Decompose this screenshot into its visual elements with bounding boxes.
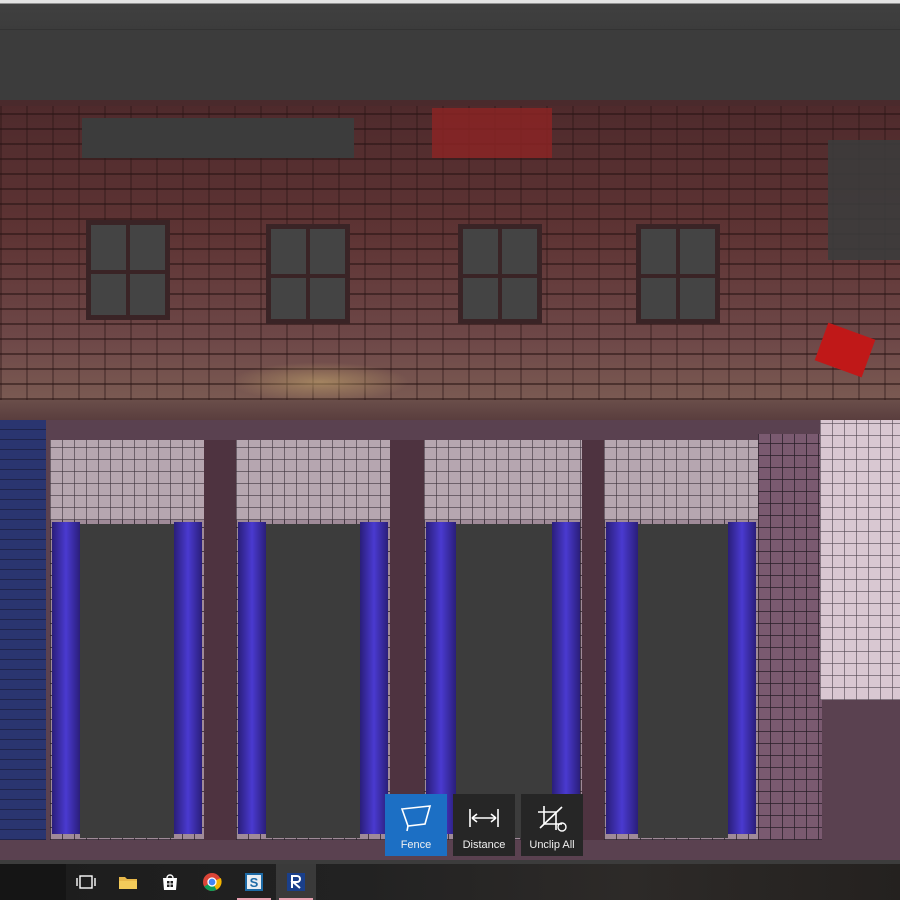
left-blue-wall: [0, 420, 46, 840]
tile-panel-5: [758, 434, 822, 840]
red-patch: [432, 108, 552, 158]
door-opening-1: [80, 524, 174, 838]
red-patch-right: [814, 322, 876, 378]
upper-window-1: [86, 220, 170, 320]
blue-jamb: [728, 522, 756, 834]
blue-jamb: [52, 522, 80, 834]
point-cloud-viewport[interactable]: [0, 30, 900, 864]
pillar: [204, 440, 236, 840]
fence-tool-label: Fence: [400, 839, 432, 851]
pillar: [582, 440, 604, 840]
task-view-icon: [76, 875, 96, 889]
distance-icon: [469, 809, 499, 827]
blue-jamb: [552, 522, 580, 834]
recap-app-button[interactable]: [276, 864, 316, 900]
upper-right-gap: [828, 140, 900, 260]
chrome-icon: [203, 873, 222, 892]
door-opening-3: [456, 524, 552, 838]
unclip-all-icon: [538, 806, 567, 832]
taskbar-start-area[interactable]: [0, 864, 66, 900]
svg-text:S: S: [250, 875, 259, 890]
clip-tools-toolbar: Fence Distance Unclip All: [385, 794, 583, 856]
unclip-all-tool-button[interactable]: Unclip All: [521, 794, 583, 856]
point-cloud-facade: [0, 100, 900, 860]
upper-window-2: [266, 224, 350, 324]
sign-gap: [82, 118, 354, 158]
ledge-light: [230, 362, 410, 402]
upper-window-3: [458, 224, 542, 324]
store-button[interactable]: [150, 864, 190, 900]
file-explorer-icon: [119, 877, 137, 889]
pillar: [390, 440, 424, 840]
app-s-button[interactable]: S: [234, 864, 274, 900]
tile-panel-top-3: [424, 440, 582, 520]
recap-app-icon: [287, 873, 305, 891]
app-window: [0, 0, 900, 864]
door-opening-4: [638, 524, 728, 838]
ledge: [0, 400, 900, 420]
tile-panel-top-4: [604, 440, 758, 520]
title-bar[interactable]: [0, 0, 900, 30]
roofline: [0, 100, 900, 106]
fence-tool-button[interactable]: Fence: [385, 794, 447, 856]
store-icon: [163, 874, 177, 890]
file-explorer-button[interactable]: [108, 864, 148, 900]
blue-jamb: [238, 522, 266, 834]
distance-tool-button[interactable]: Distance: [453, 794, 515, 856]
fence-icon: [400, 805, 432, 832]
tile-panel-top-2: [236, 440, 390, 520]
windows-taskbar: S: [0, 864, 900, 900]
chrome-button[interactable]: [192, 864, 232, 900]
distance-tool-label: Distance: [462, 839, 506, 851]
unclip-all-tool-label: Unclip All: [529, 839, 575, 851]
blue-jamb: [426, 522, 456, 834]
blue-jamb: [606, 522, 638, 834]
task-view-button[interactable]: [66, 864, 106, 900]
blue-jamb: [174, 522, 202, 834]
door-opening-2: [266, 524, 360, 838]
tile-panel-top-1: [50, 440, 204, 520]
blue-jamb: [360, 522, 388, 834]
app-s-icon: S: [245, 873, 263, 891]
right-bright-wall: [820, 420, 900, 700]
upper-window-4: [636, 224, 720, 324]
brick-upper-wall: [0, 100, 900, 402]
